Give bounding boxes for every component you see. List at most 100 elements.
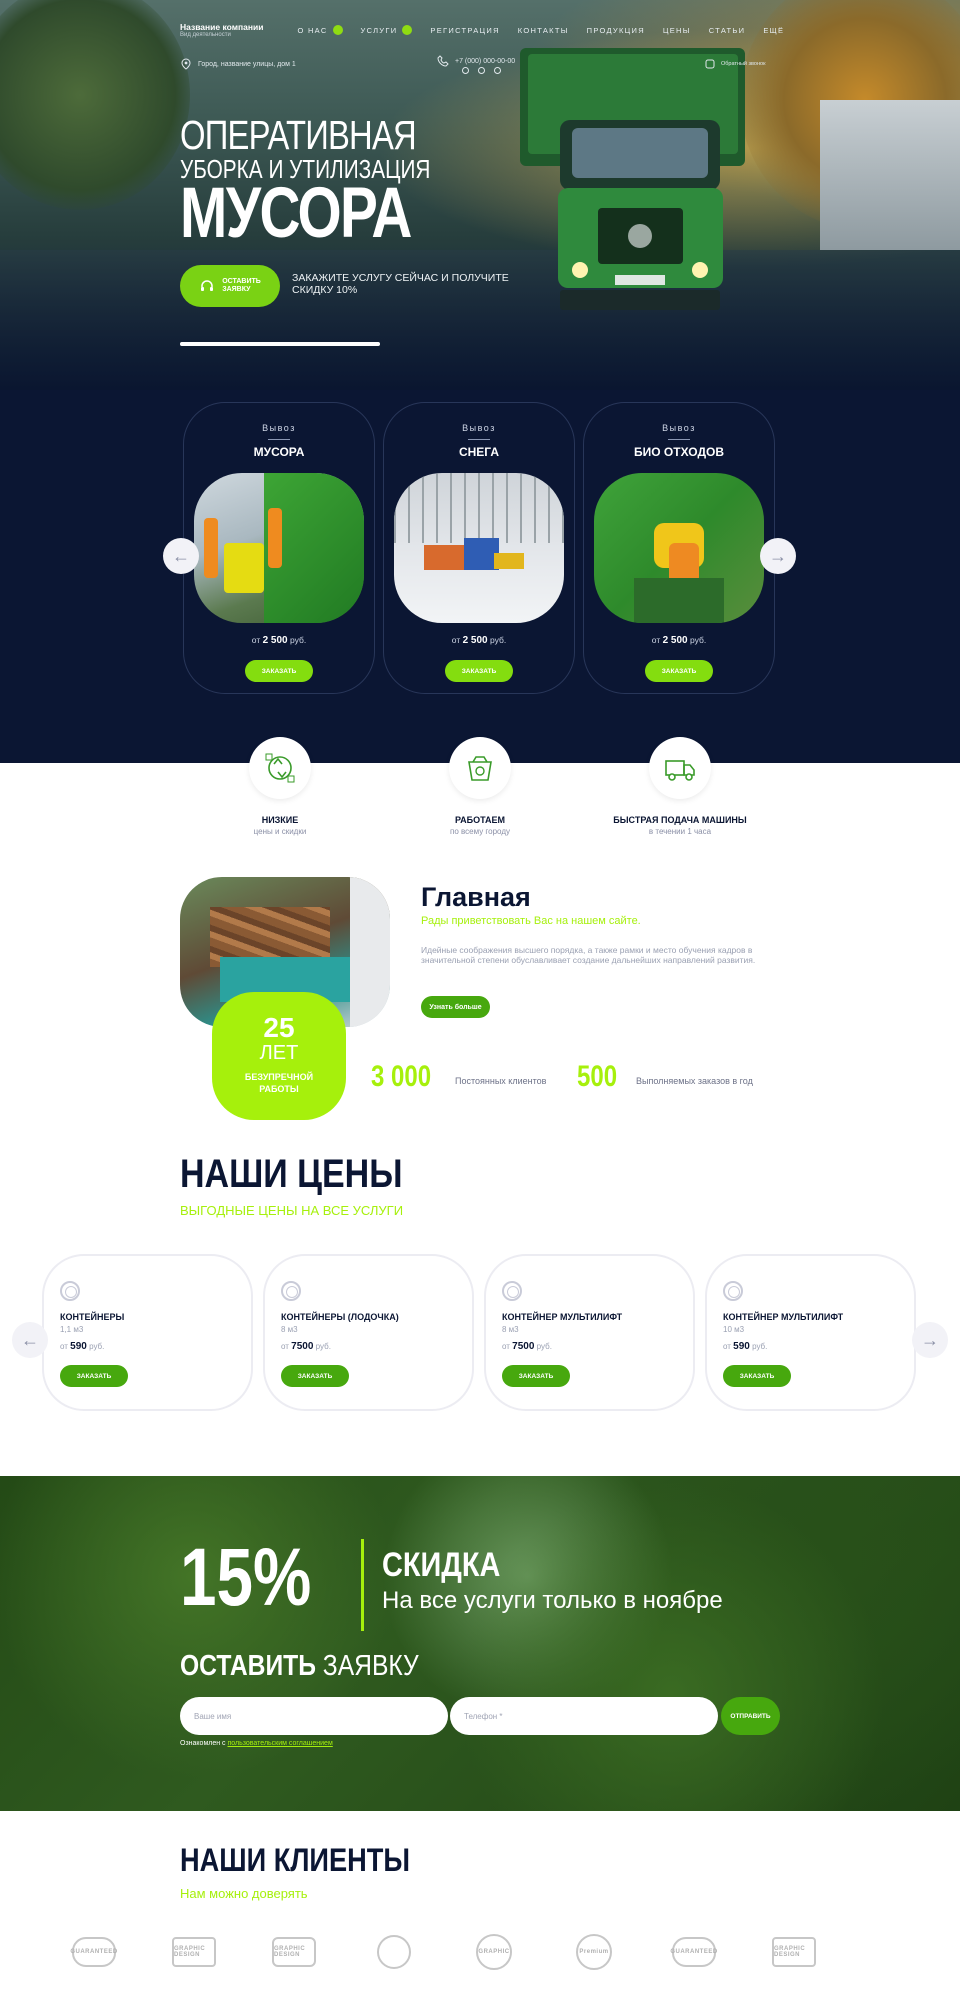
- brand[interactable]: Название компании Вид деятельности: [180, 22, 263, 38]
- menu-label: О НАС: [297, 25, 328, 35]
- messenger-icons: [462, 67, 501, 74]
- recycle-icon: [265, 753, 295, 783]
- price-unit: руб.: [490, 635, 507, 645]
- hero-slider-progress: [180, 342, 380, 346]
- menu-item-registration[interactable]: РЕГИСТРАЦИЯ: [430, 25, 499, 35]
- order-button[interactable]: ЗАКАЗАТЬ: [281, 1365, 349, 1387]
- price-prefix: от: [651, 635, 661, 645]
- promo-divider: [361, 1539, 364, 1631]
- service-image-bio: [594, 473, 764, 623]
- price-card: КОНТЕЙНЕР МУЛЬТИЛИФТ 8 м3 от 7500 руб. З…: [484, 1254, 695, 1411]
- feature-subtitle: по всему городу: [449, 827, 510, 836]
- cta-label-1: ОСТАВИТЬ: [222, 278, 261, 285]
- location-pin-icon: [181, 58, 191, 70]
- service-title: СНЕГА: [458, 445, 500, 459]
- stat-orders-value: 500: [577, 1060, 618, 1093]
- service-image-snow: [394, 473, 564, 623]
- price-prefix: от: [60, 1342, 68, 1351]
- service-image-garbage: [194, 473, 364, 623]
- services-prev-arrow[interactable]: ←: [163, 538, 199, 574]
- agreement-link[interactable]: пользовательским соглашением: [228, 1740, 333, 1747]
- client-logo: GUARANTEED: [664, 1932, 724, 1972]
- learn-more-button[interactable]: Узнать больше: [421, 996, 490, 1018]
- phone-block: +7 (000) 000-00-00: [437, 55, 515, 67]
- prices-next-arrow[interactable]: →: [912, 1322, 948, 1358]
- menu-label: РЕГИСТРАЦИЯ: [430, 25, 500, 35]
- price-value: 2 500: [462, 635, 488, 646]
- client-logo: GRAPHIC DESIGN: [164, 1932, 224, 1972]
- hero-request-button[interactable]: ОСТАВИТЬ ЗАЯВКУ: [180, 265, 280, 307]
- price-card-volume: 10 м3: [723, 1325, 745, 1334]
- arrow-left-icon: ←: [21, 1329, 39, 1350]
- feature-title: БЫСТРАЯ ПОДАЧА МАШИНЫ: [613, 815, 747, 825]
- menu-item-contacts[interactable]: КОНТАКТЫ: [518, 25, 569, 35]
- menu-item-about[interactable]: О НАС: [297, 25, 343, 35]
- service-title: БИО ОТХОДОВ: [634, 445, 724, 459]
- agreement-note: Ознакомлен с пользовательским соглашение…: [180, 1740, 333, 1747]
- feature-subtitle: в течении 1 часа: [648, 827, 712, 836]
- brand-subtitle: Вид деятельности: [180, 32, 231, 38]
- whatsapp-icon[interactable]: [478, 67, 485, 74]
- order-button[interactable]: ЗАКАЗАТЬ: [645, 660, 713, 682]
- price-prefix: от: [723, 1342, 731, 1351]
- menu-item-prices[interactable]: ЦЕНЫ: [663, 25, 691, 35]
- menu-item-products[interactable]: ПРОДУКЦИЯ: [587, 25, 645, 35]
- order-button[interactable]: ЗАКАЗАТЬ: [502, 1365, 570, 1387]
- request-form-title: ОСТАВИТЬ ЗАЯВКУ: [180, 1650, 419, 1683]
- phone-input[interactable]: [450, 1697, 718, 1735]
- callback-block[interactable]: Обратный звонок: [705, 59, 765, 69]
- hero-title-line-1: ОПЕРАТИВНАЯ: [180, 112, 417, 158]
- feature-icon-circle: [249, 737, 311, 799]
- menu-label: ЦЕНЫ: [662, 25, 691, 35]
- promo-subtitle: На все услуги только в ноябре: [382, 1587, 723, 1614]
- menu-item-more[interactable]: ЕЩЁ: [763, 25, 784, 35]
- years-badge: 25 ЛЕТ БЕЗУПРЕЧНОЙ РАБОТЫ: [212, 992, 346, 1120]
- address-block: Город, название улицы, дом 1: [180, 58, 296, 70]
- price-unit: руб.: [315, 1342, 331, 1351]
- main-menu: О НАС УСЛУГИ РЕГИСТРАЦИЯ КОНТАКТЫ ПРОДУК…: [297, 25, 784, 35]
- truck-icon: [665, 760, 695, 781]
- menu-item-articles[interactable]: СТАТЬИ: [709, 25, 746, 35]
- price-value: 2 500: [662, 635, 688, 646]
- menu-label: ЕЩЁ: [763, 25, 785, 35]
- arrow-right-icon: →: [921, 1329, 939, 1350]
- services-next-arrow[interactable]: →: [760, 538, 796, 574]
- feature-icon-circle: [449, 737, 511, 799]
- container-icon: [502, 1281, 522, 1301]
- client-logo: GRAPHIC DESIGN: [264, 1932, 324, 1972]
- viber-icon[interactable]: [494, 67, 501, 74]
- order-button[interactable]: ЗАКАЗАТЬ: [60, 1365, 128, 1387]
- service-price: от 2 500 руб.: [584, 635, 774, 646]
- promo-title: СКИДКА: [382, 1546, 501, 1584]
- dot-icon: [402, 25, 413, 35]
- years-label: ЛЕТ: [259, 1042, 299, 1064]
- order-button[interactable]: ЗАКАЗАТЬ: [723, 1365, 791, 1387]
- dot-icon: [332, 25, 343, 35]
- phone-number[interactable]: +7 (000) 000-00-00: [455, 58, 515, 65]
- order-button[interactable]: ЗАКАЗАТЬ: [445, 660, 513, 682]
- service-kicker: Вывоз: [584, 423, 774, 440]
- feature-title: РАБОТАЕМ: [454, 815, 506, 825]
- service-price: от 2 500 руб.: [184, 635, 374, 646]
- telegram-icon[interactable]: [462, 67, 469, 74]
- service-card: Вывоз МУСОРА от 2 500 руб. ЗАКАЗАТЬ: [183, 402, 375, 694]
- price-prefix: от: [502, 1342, 510, 1351]
- price-value: 590: [733, 1341, 750, 1352]
- service-card: Вывоз СНЕГА от 2 500 руб. ЗАКАЗАТЬ: [383, 402, 575, 694]
- order-button[interactable]: ЗАКАЗАТЬ: [245, 660, 313, 682]
- send-button[interactable]: ОТПРАВИТЬ: [721, 1697, 780, 1735]
- menu-label: СТАТЬИ: [708, 25, 746, 35]
- price-card-title: КОНТЕЙНЕРЫ: [60, 1312, 125, 1322]
- name-input[interactable]: [180, 1697, 448, 1735]
- hero-title-line-3: МУСОРА: [180, 174, 412, 253]
- form-title-bold: ОСТАВИТЬ: [180, 1650, 316, 1682]
- menu-item-services[interactable]: УСЛУГИ: [361, 25, 413, 35]
- badge-icon: [377, 1935, 411, 1969]
- prices-prev-arrow[interactable]: ←: [12, 1322, 48, 1358]
- feature-title: НИЗКИЕ: [261, 815, 299, 825]
- years-desc-line: РАБОТЫ: [259, 1084, 299, 1094]
- about-text: Идейные соображения высшего порядка, а т…: [421, 945, 756, 965]
- menu-label: ПРОДУКЦИЯ: [586, 25, 645, 35]
- dumpster-icon: [468, 756, 492, 781]
- price-card: КОНТЕЙНЕРЫ 1,1 м3 от 590 руб. ЗАКАЗАТЬ: [42, 1254, 253, 1411]
